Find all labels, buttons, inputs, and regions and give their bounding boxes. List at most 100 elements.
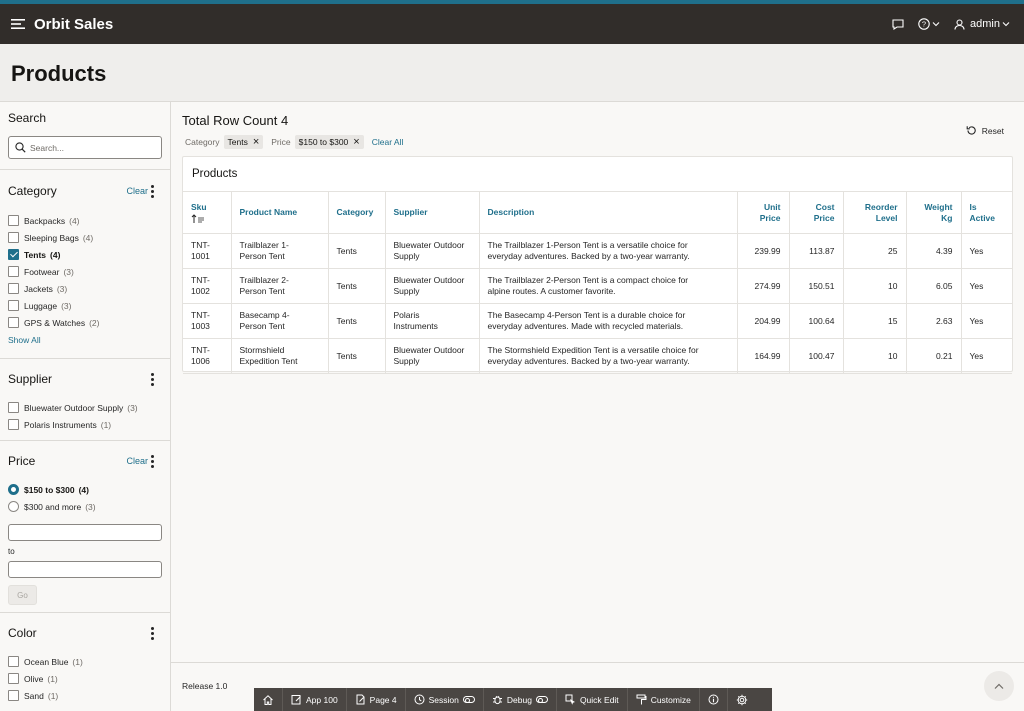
cell-is-active: Yes xyxy=(961,268,1012,304)
supplier-facet-title: Supplier xyxy=(8,372,53,386)
cell-weight-kg: 0.21 xyxy=(906,338,962,374)
reset-button[interactable]: Reset xyxy=(966,125,1004,136)
checkbox[interactable] xyxy=(8,300,19,311)
price-option-150-300[interactable]: $150 to $300 (4) xyxy=(8,481,162,498)
session-clock-icon xyxy=(414,694,425,705)
category-option-backpacks[interactable]: Backpacks (4) xyxy=(8,212,162,229)
price-option-300-more[interactable]: $300 and more (3) xyxy=(8,498,162,515)
checkbox[interactable] xyxy=(8,656,19,667)
column-header-unit-price[interactable]: Unit Price xyxy=(737,191,790,234)
app-title[interactable]: Orbit Sales xyxy=(34,16,113,33)
supplier-option-bluewater[interactable]: Bluewater Outdoor Supply (3) xyxy=(8,399,162,416)
cell-cost-price: 150.51 xyxy=(789,268,844,304)
dev-debug-button[interactable]: Debug xyxy=(484,688,557,711)
filter-chip-category[interactable]: Tents × xyxy=(223,135,264,149)
checkbox[interactable] xyxy=(8,402,19,413)
user-menu-button[interactable]: admin xyxy=(954,18,1010,30)
cell-weight-kg: 6.05 xyxy=(906,268,962,304)
cell-sku: TNT- 1002 xyxy=(183,268,232,304)
radio[interactable] xyxy=(8,501,19,512)
checkbox[interactable] xyxy=(8,673,19,684)
checkbox[interactable] xyxy=(8,419,19,430)
column-header-reorder-level[interactable]: Reorder Level xyxy=(843,191,907,234)
dev-customize-button[interactable]: Customize xyxy=(628,688,700,711)
feedback-button[interactable] xyxy=(892,18,904,30)
cell-description: The Trailblazer 1-Person Tent is a versa… xyxy=(479,233,738,269)
category-option-sleeping-bags[interactable]: Sleeping Bags (4) xyxy=(8,229,162,246)
supplier-actions-menu-icon[interactable] xyxy=(151,372,154,386)
checkbox[interactable] xyxy=(8,232,19,243)
color-option-sand[interactable]: Sand (1) xyxy=(8,687,162,704)
color-option-olive[interactable]: Olive (1) xyxy=(8,670,162,687)
filter-price-label: Price xyxy=(271,137,291,147)
cell-supplier: Polaris Instruments xyxy=(385,303,480,339)
price-go-button[interactable]: Go xyxy=(8,585,37,605)
price-clear-link[interactable]: Clear xyxy=(126,456,148,466)
table-row: TNT- 1006 Stormshield Expedition Tent Tent… xyxy=(183,338,1012,374)
price-facet: Price Clear $150 to $300 (4) $300 and mor… xyxy=(0,441,170,613)
checkbox[interactable] xyxy=(8,283,19,294)
column-header-sku[interactable]: Sku xyxy=(183,191,232,234)
page-title-bar: Products xyxy=(0,44,1024,102)
filter-chip-price[interactable]: $150 to $300 × xyxy=(294,135,364,149)
total-row-count: Total Row Count 4 xyxy=(182,113,289,128)
menu-toggle-button[interactable] xyxy=(0,4,36,44)
remove-filter-icon[interactable]: × xyxy=(253,137,259,148)
price-max-input[interactable] xyxy=(8,561,162,578)
checkbox[interactable] xyxy=(8,266,19,277)
remove-filter-icon[interactable]: × xyxy=(353,137,359,148)
price-actions-menu-icon[interactable] xyxy=(151,454,154,468)
dev-settings-button[interactable] xyxy=(728,688,756,711)
category-show-all-link[interactable]: Show All xyxy=(8,331,162,349)
scroll-to-top-button[interactable] xyxy=(984,671,1014,701)
supplier-option-polaris[interactable]: Polaris Instruments (1) xyxy=(8,416,162,433)
checkbox[interactable] xyxy=(8,215,19,226)
column-header-category[interactable]: Category xyxy=(328,191,386,234)
dev-app-button[interactable]: App 100 xyxy=(283,688,347,711)
column-header-product-name[interactable]: Product Name xyxy=(231,191,329,234)
bug-icon xyxy=(492,695,502,705)
faceted-search-panel: Search Search... Category Clear Backpack… xyxy=(0,102,171,711)
column-header-weight-kg[interactable]: Weight Kg xyxy=(906,191,962,234)
debug-toggle-icon[interactable] xyxy=(535,696,548,703)
category-actions-menu-icon[interactable] xyxy=(151,184,154,198)
category-facet: Category Clear Backpacks (4) Sleeping Bag… xyxy=(0,170,170,359)
column-header-is-active[interactable]: Is Active xyxy=(961,191,1012,234)
checkbox[interactable] xyxy=(8,317,19,328)
dev-page-button[interactable]: Page 4 xyxy=(347,688,406,711)
checkbox[interactable] xyxy=(8,690,19,701)
column-header-description[interactable]: Description xyxy=(479,191,738,234)
category-clear-link[interactable]: Clear xyxy=(126,186,148,196)
category-option-tents[interactable]: Tents (4) xyxy=(8,246,162,263)
dev-info-button[interactable] xyxy=(700,688,728,711)
cell-category: Tents xyxy=(328,233,386,269)
cell-unit-price: 164.99 xyxy=(737,338,790,374)
column-header-supplier[interactable]: Supplier xyxy=(385,191,480,234)
color-option-ocean-blue[interactable]: Ocean Blue (1) xyxy=(8,653,162,670)
supplier-facet: Supplier Bluewater Outdoor Supply (3) Pol… xyxy=(0,359,170,441)
sort-ascending-icon xyxy=(191,213,204,223)
dev-home-button[interactable] xyxy=(254,688,283,711)
search-input[interactable]: Search... xyxy=(8,136,162,159)
category-option-luggage[interactable]: Luggage (3) xyxy=(8,297,162,314)
color-actions-menu-icon[interactable] xyxy=(151,626,154,640)
info-icon xyxy=(708,694,719,705)
column-header-cost-price[interactable]: Cost Price xyxy=(789,191,844,234)
dev-quick-edit-button[interactable]: Quick Edit xyxy=(557,688,628,711)
help-icon: ? xyxy=(918,18,930,30)
cell-product-name: Trailblazer 2- Person Tent xyxy=(231,268,329,304)
dev-session-button[interactable]: Session xyxy=(406,688,484,711)
cell-weight-kg: 2.63 xyxy=(906,303,962,339)
category-option-footwear[interactable]: Footwear (3) xyxy=(8,263,162,280)
help-menu-button[interactable]: ? xyxy=(918,18,940,30)
cell-description: The Stormshield Expedition Tent is a ver… xyxy=(479,338,738,374)
session-toggle-icon[interactable] xyxy=(462,696,475,703)
category-option-jackets[interactable]: Jackets (3) xyxy=(8,280,162,297)
user-icon xyxy=(954,18,965,30)
category-option-gps-watches[interactable]: GPS & Watches (2) xyxy=(8,314,162,331)
checkbox-checked[interactable] xyxy=(8,249,19,260)
clear-all-link[interactable]: Clear All xyxy=(372,137,404,147)
price-min-input[interactable] xyxy=(8,524,162,541)
radio-selected[interactable] xyxy=(8,484,19,495)
cell-category: Tents xyxy=(328,303,386,339)
